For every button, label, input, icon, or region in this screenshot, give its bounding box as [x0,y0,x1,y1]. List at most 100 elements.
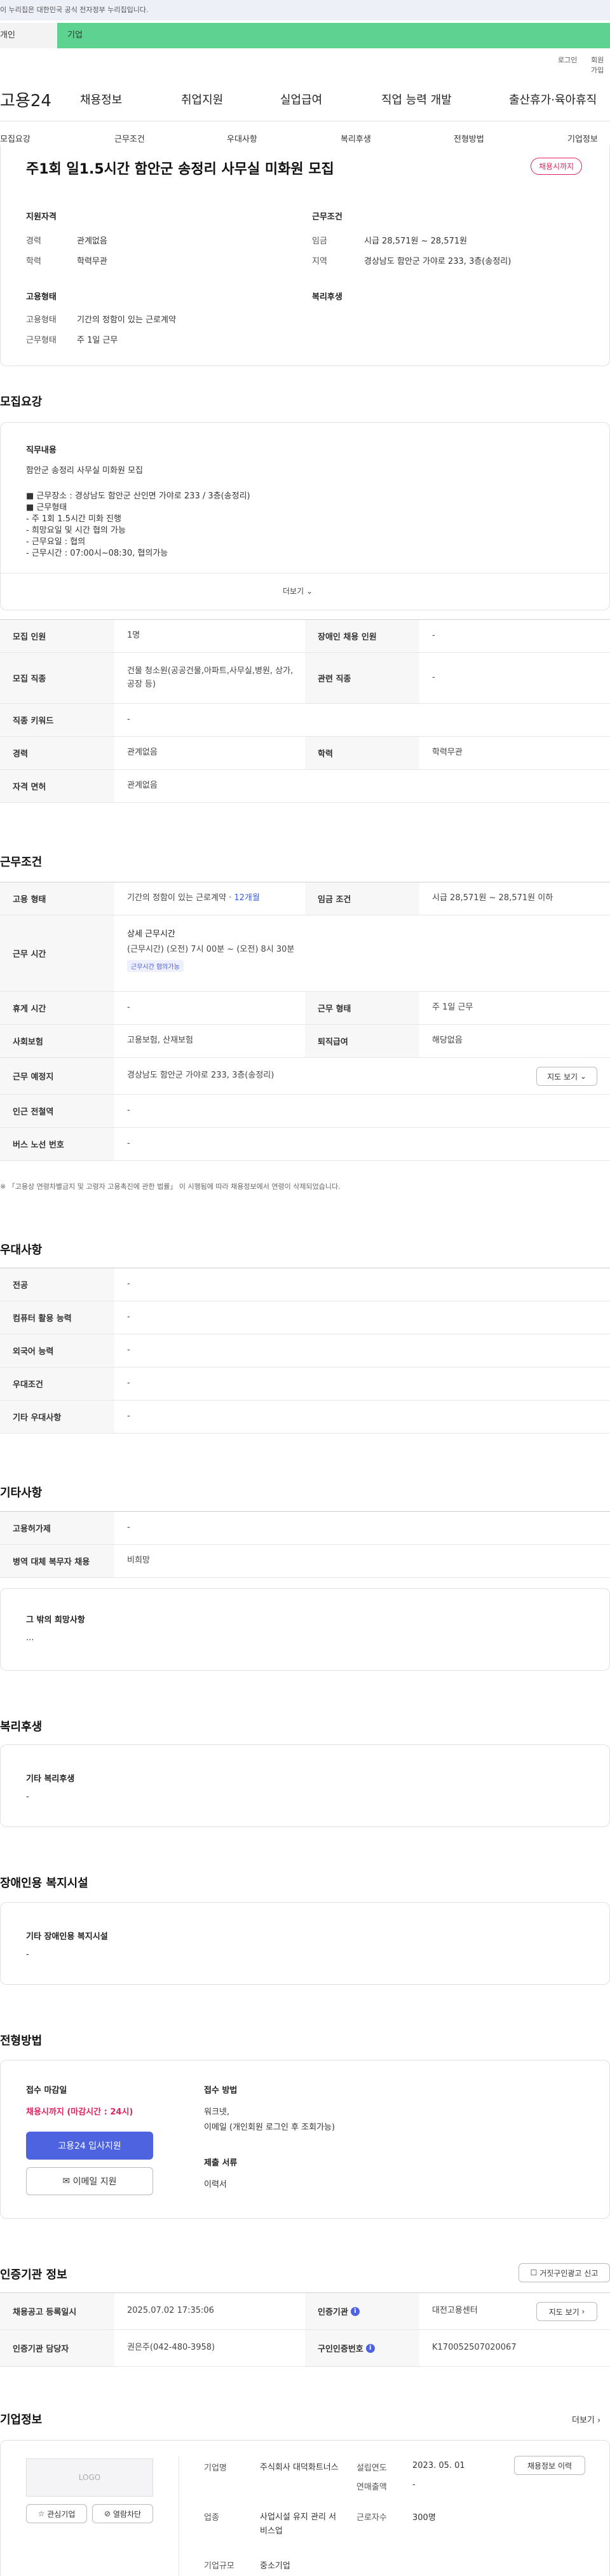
subtab-company[interactable]: 기업정보 [567,132,598,144]
section-title-preference: 우대사항 [0,1243,43,1257]
cell-value: 관계없음 [127,748,158,758]
welfare-other-heading: 기타 복리후생 [26,1774,75,1784]
gov-banner-text: 이 누리집은 대한민국 공식 전자정부 누리집입니다. [0,6,149,14]
cell-label: 자격 면허 [0,770,114,802]
cell-value: - [127,1139,130,1149]
cell-value: - [127,1345,130,1355]
conditions-heading: 근무조건 [312,212,342,222]
table-row: 채용공고 등록일시 2025.07.02 17:35:06 인증기관 i 대전고용… [0,2293,610,2330]
cell-label: 관련 직종 [305,653,419,703]
company-logo: LOGO [26,2458,153,2497]
emp-type-value: 기간의 정함이 있는 근로계약 [127,893,226,903]
apply-button[interactable]: 고용24 입사지원 [26,2132,153,2160]
subtab-welfare[interactable]: 복리후생 [341,132,371,144]
gnb-item-jobs[interactable]: 채용정보 [80,91,122,107]
method-value: 워크넷, [204,2107,230,2117]
agency-map-label: 지도 보기 [548,2307,580,2317]
deadline-badge: 채용시까지 [531,158,583,175]
gnb-item-unemployment[interactable]: 실업급여 [280,91,322,107]
block-view-button[interactable]: ⊘ 열람차단 [92,2504,153,2523]
favorite-company-button[interactable]: ☆ 관심기업 [26,2504,87,2523]
subtab-process[interactable]: 전형방법 [454,132,484,144]
duty-line: - 근무요일 : 협의 [26,537,86,547]
info-icon[interactable]: i [350,2306,360,2316]
cell-value: 기간의 정함이 있는 근로계약 · 12개월 [114,882,305,915]
map-view-button[interactable]: 지도 보기 ⌄ [536,1067,597,1086]
company-more-link[interactable]: 더보기 › [572,2413,600,2425]
siren-icon: ☐ [530,2268,538,2277]
employment-type-value: 기간의 정함이 있는 근로계약 [77,315,176,325]
section-title-etc: 기타사항 [0,1486,43,1500]
company-name-label: 기업명 [204,2463,227,2473]
duty-more-label: 더보기 [283,587,304,596]
subtab-preference[interactable]: 우대사항 [227,132,257,144]
cell-value: 권은주(042-480-3958) [127,2343,215,2353]
cell-value: - [127,1106,130,1116]
cell-value: 2025.07.02 17:35:06 [127,2306,214,2316]
table-row: 모집 직종 건물 청소원(공공건물,아파트,사무실,병원, 상가,공장 등) 관… [0,653,610,704]
star-icon: ☆ [37,2509,45,2518]
industry-value: 사업시설 유지 관리 서비스업 [260,2512,337,2537]
gnb-item-parental-leave[interactable]: 출산휴가·육아휴직 [509,91,597,107]
tab-company[interactable]: 기업 [57,23,610,48]
cell-label: 구인인증번호 i [305,2330,419,2366]
career-value: 관계없음 [77,236,107,246]
gnb-item-employment-support[interactable]: 취업지원 [181,91,223,107]
cell-value: - [127,1279,130,1289]
email-apply-label: 이메일 지원 [72,2177,117,2187]
chevron-down-icon: ⌄ [306,587,313,596]
cell-label: 외국어 능력 [0,1334,114,1367]
block-label: 열람차단 [112,2509,142,2519]
sales-value: - [412,2480,416,2490]
hiring-history-button[interactable]: 채용정보 이력 [514,2456,585,2475]
cell-label: 인증기관 담당자 [0,2330,114,2366]
cell-value: - [432,673,435,683]
method-heading: 접수 방법 [204,2086,238,2095]
agency-map-button[interactable]: 지도 보기 › [536,2302,597,2321]
employment-type-label: 고용형태 [26,315,57,325]
cell-label: 고용허가제 [0,1512,114,1544]
cell-label: 직종 키워드 [0,704,114,736]
table-row: 인증기관 담당자 권은주(042-480-3958) 구인인증번호 i K1700… [0,2330,610,2367]
cell-label: 고용 형태 [0,882,114,915]
site-logo[interactable]: 고용24 [0,88,51,111]
cell-value: 대전고용센터 [432,2306,478,2316]
cell-value: 경상남도 함안군 가야로 233, 3층(송정리) [127,1071,274,1081]
company-card: LOGO ☆ 관심기업 ⊘ 열람차단 기업명 주식회사 대덕화트너스 업종 사업… [0,2440,610,2576]
career-label: 경력 [26,236,41,246]
cell-label: 퇴직급여 [305,1025,419,1057]
cell-label: 우대조건 [0,1367,114,1400]
sales-label: 연매출액 [356,2483,387,2492]
founded-label: 설립연도 [356,2463,387,2473]
table-row: 사회보험 고용보험, 산재보험 퇴직급여 해당없음 [0,1025,610,1058]
block-icon: ⊘ [104,2509,111,2518]
false-ad-report-button[interactable]: ☐ 거짓구인광고 신고 [518,2263,610,2282]
duty-more-button[interactable]: 더보기 ⌄ [283,586,313,596]
cell-label: 근무 시간 [0,915,114,991]
welfare-other-value: - [26,1792,29,1802]
etc-hope-value: ... [26,1633,34,1643]
signup-link[interactable]: 회원가입 [591,55,610,75]
subtab-recruit[interactable]: 모집요강 [0,132,30,144]
favorite-label: 관심기업 [47,2509,76,2519]
hours-heading: 상세 근무시간 [127,929,175,939]
false-ad-report-label: 거짓구인광고 신고 [539,2268,599,2278]
process-card: 접수 마감일 채용시까지 (마감시간 : 24시) 고용24 입사지원 ✉ 이메… [0,2060,610,2219]
cell-value: 주 1일 근무 [432,1003,473,1013]
employees-value: 300명 [412,2513,436,2523]
tab-personal[interactable]: 개인 [0,23,57,48]
chevron-right-icon: › [581,2307,585,2316]
cell-label: 모집 직종 [0,653,114,703]
email-apply-button[interactable]: ✉ 이메일 지원 [26,2167,153,2195]
table-row: 휴게 시간 - 근무 형태 주 1일 근무 [0,992,610,1025]
cell-label: 휴게 시간 [0,992,114,1024]
deadline-value: 채용시까지 (마감시간 : 24시) [26,2107,133,2117]
gnb-item-skills[interactable]: 직업 능력 개발 [381,91,452,107]
login-link[interactable]: 로그인 [558,55,577,65]
info-icon[interactable]: i [365,2343,375,2353]
table-row: 인근 전철역 - [0,1095,610,1128]
cell-value: 건물 청소원(공공건물,아파트,사무실,병원, 상가,공장 등) [127,666,294,689]
cell-label: 기타 우대사항 [0,1401,114,1433]
qualification-heading: 지원자격 [26,212,57,222]
subtab-conditions[interactable]: 근무조건 [114,132,145,144]
